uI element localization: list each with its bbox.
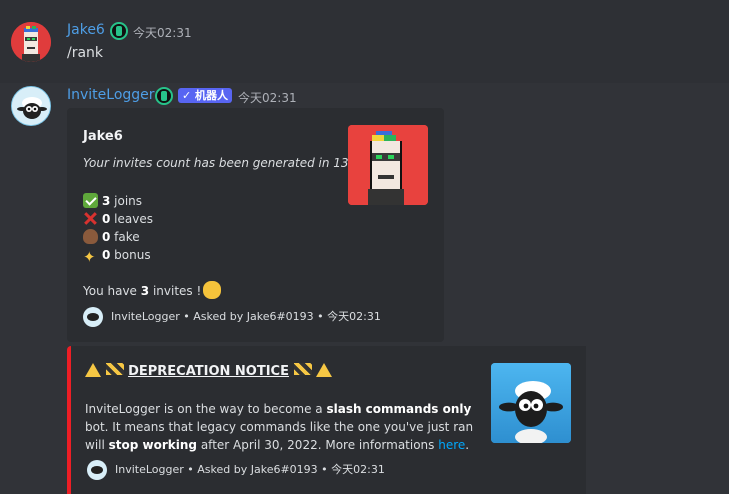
notice-body: InviteLogger is on the way to become a s… (85, 402, 474, 452)
embed-subtitle: Your invites count has been generated in… (83, 156, 367, 170)
clapping-hands-icon (203, 281, 222, 299)
more-info-link[interactable]: here (438, 438, 465, 452)
stat-leaves: 0 leaves (83, 210, 153, 228)
sparkles-icon: ✦ (83, 248, 96, 266)
stat-joins: 3 joins (83, 192, 142, 210)
poop-icon (83, 229, 98, 244)
timestamp[interactable]: 今天02:31 (238, 89, 297, 106)
bot-avatar[interactable] (11, 86, 51, 126)
sheep-icon (491, 363, 571, 443)
user-avatar[interactable] (11, 22, 51, 62)
bot-avatar-icon (83, 307, 103, 327)
message-content: /rank (67, 45, 104, 61)
active-developer-badge-icon[interactable] (155, 87, 173, 105)
bot-tag: ✓ 机器人 (178, 88, 233, 103)
pixel-punk-icon (11, 22, 51, 62)
bot-username[interactable]: InviteLogger (67, 87, 155, 103)
username[interactable]: Jake6 (67, 22, 105, 38)
timestamp[interactable]: 今天02:31 (133, 24, 192, 41)
message-jake6: Jake6 今天02:31 /rank (0, 0, 729, 83)
deprecation-embed: DEPRECATION NOTICE InviteLogger is on th… (67, 346, 586, 494)
warning-icon (316, 363, 333, 377)
warning-icon (85, 363, 101, 377)
construction-icon (293, 363, 312, 375)
bot-avatar-icon (87, 460, 107, 480)
construction-icon (105, 363, 124, 375)
embed-thumbnail[interactable] (491, 363, 571, 443)
cross-mark-icon (83, 211, 98, 226)
sheep-icon (12, 87, 50, 125)
active-developer-badge-icon[interactable] (110, 22, 128, 40)
stat-bonus: ✦ 0 bonus (83, 248, 151, 266)
embed-footer: InviteLogger • Asked by Jake6#0193 • 今天0… (83, 307, 381, 327)
notice-title: DEPRECATION NOTICE (85, 363, 333, 379)
stat-fake: 0 fake (83, 228, 140, 246)
embed-footer: InviteLogger • Asked by Jake6#0193 • 今天0… (87, 460, 385, 480)
check-mark-icon (83, 193, 98, 208)
total-invites: You have 3 invites ! (83, 281, 222, 299)
pixel-punk-icon (348, 125, 428, 205)
embed-title: Jake6 (83, 129, 123, 144)
embed-thumbnail[interactable] (348, 125, 428, 205)
invites-embed: Jake6 Your invites count has been genera… (67, 108, 444, 342)
